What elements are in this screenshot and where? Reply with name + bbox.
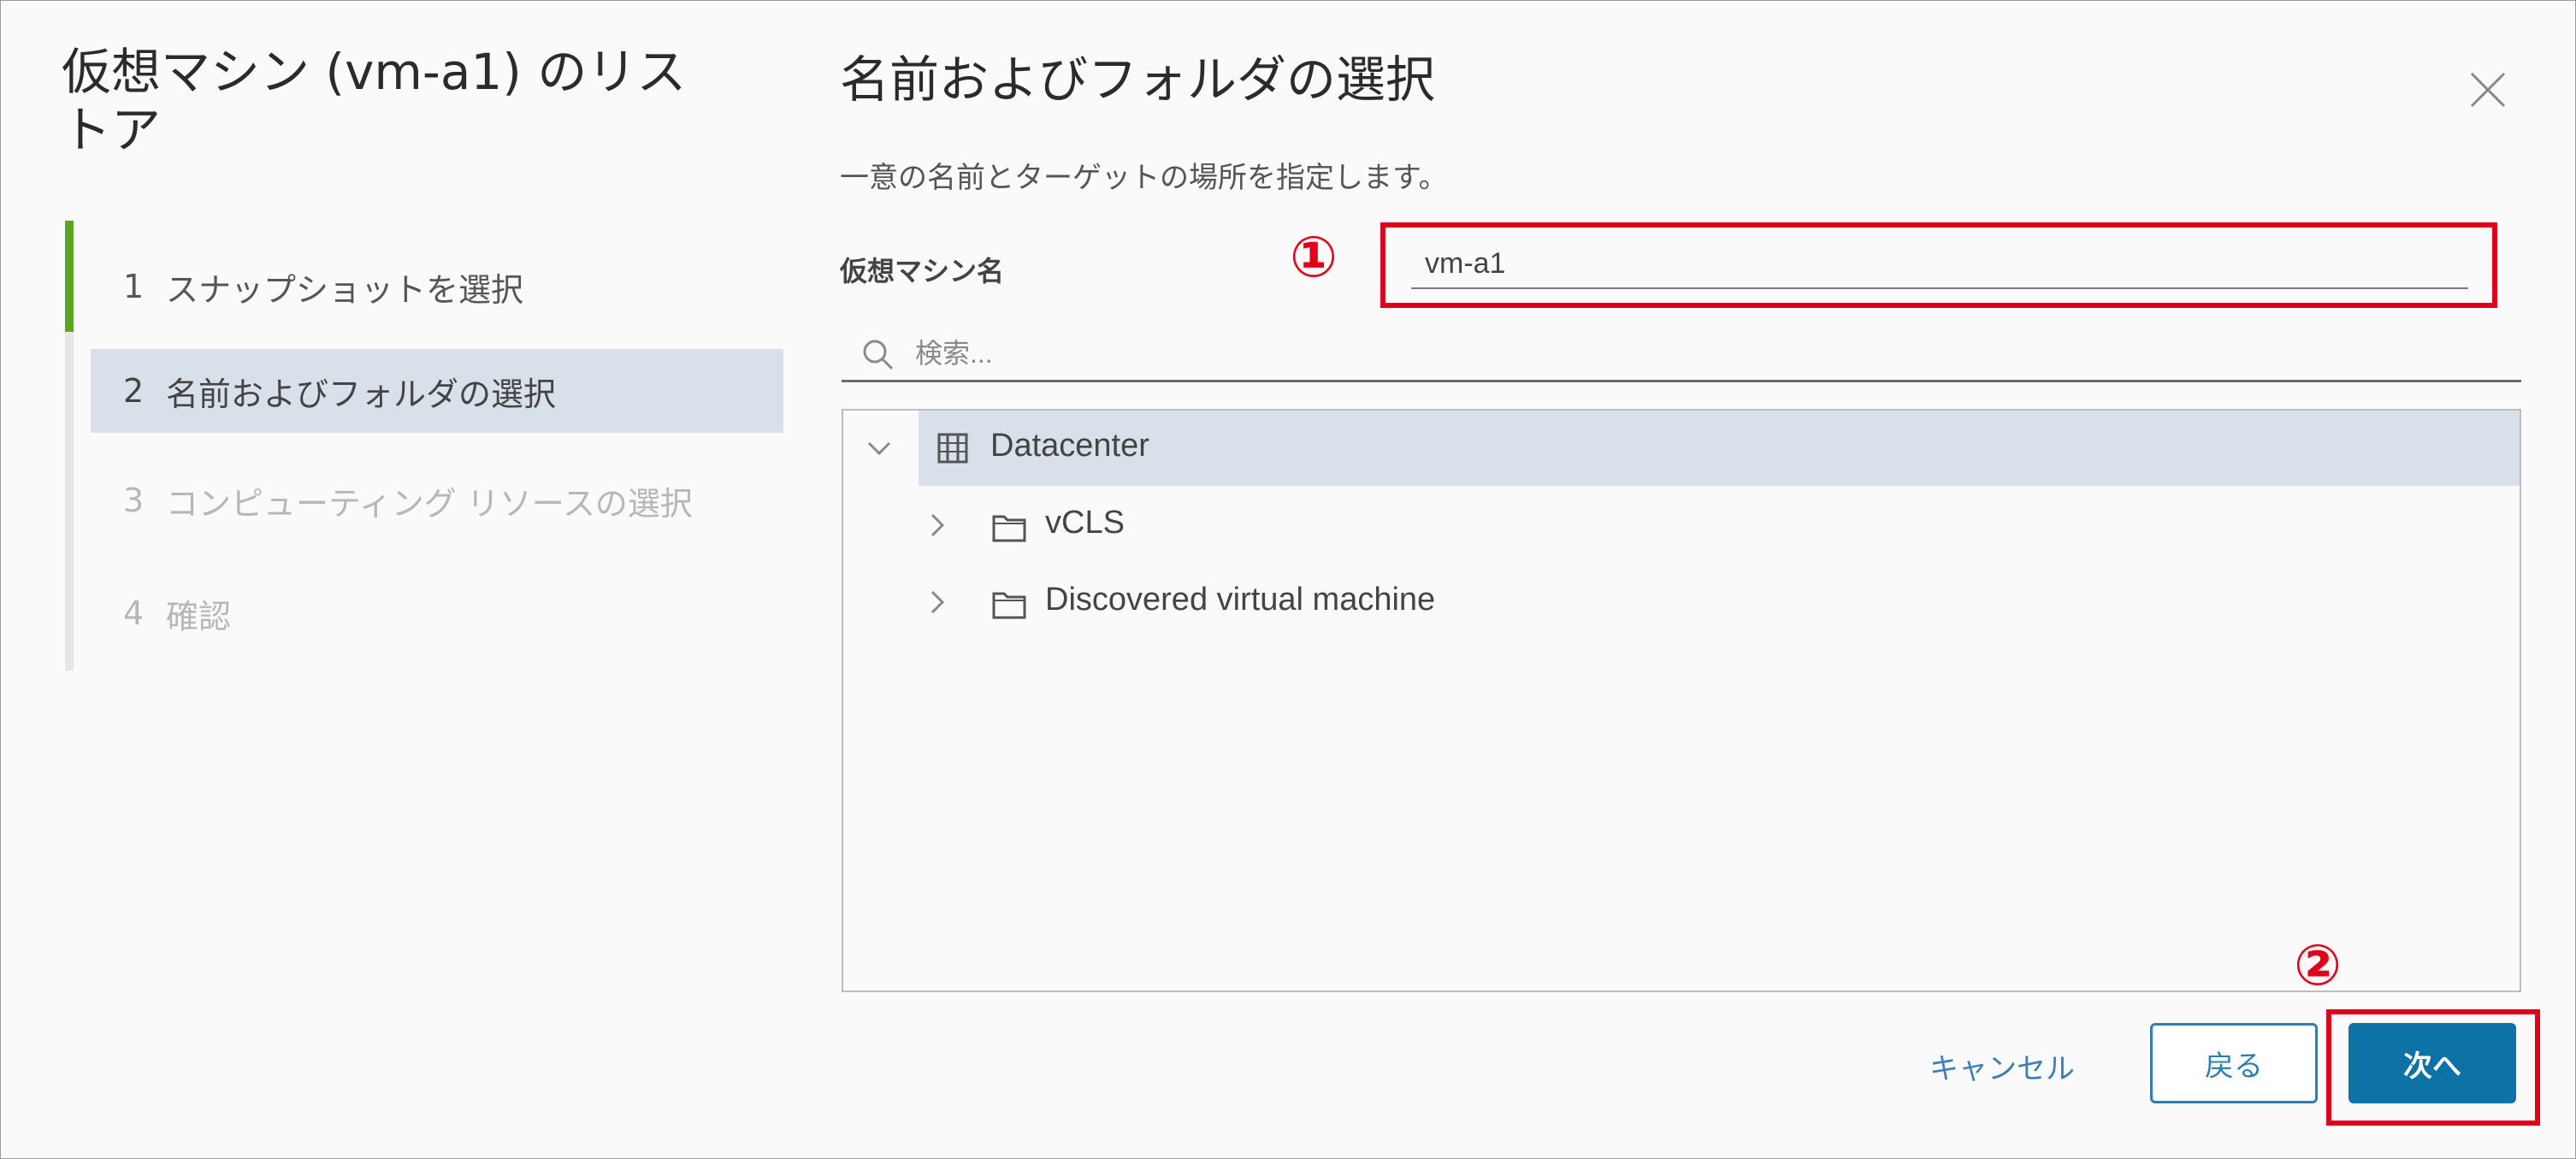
panel-title: 名前およびフォルダの選択 [840,50,1436,109]
back-button[interactable]: 戻る [2150,1023,2318,1103]
vm-name-label: 仮想マシン名 [840,255,1005,287]
search-bar [842,328,2521,382]
step-label: スナップショットを選択 [166,270,524,309]
step-label: 確認 [166,597,232,636]
folder-tree: Datacenter vCLS Discovered virtual machi… [842,409,2521,992]
datacenter-icon [937,433,968,464]
annotation-marker-2: ② [2294,932,2342,998]
step-number: 2 [123,372,145,410]
step-progress-bar [65,221,74,332]
close-icon[interactable] [2468,70,2508,109]
step-2[interactable]: 2 名前およびフォルダの選択 [91,349,783,433]
chevron-down-icon[interactable] [864,433,895,464]
step-4: 4 確認 [91,571,783,655]
tree-node-label: Discovered virtual machine [1045,582,1436,618]
step-label: 名前およびフォルダの選択 [166,375,557,413]
folder-icon [992,592,1026,619]
tree-node-datacenter[interactable]: Datacenter [843,411,2520,486]
vm-name-input[interactable] [1411,239,2468,289]
chevron-right-icon[interactable] [922,510,953,541]
tree-selection-highlight [919,411,2520,486]
search-icon [863,340,894,370]
tree-node-vcls[interactable]: vCLS [843,488,2520,563]
step-number: 4 [123,594,145,632]
cancel-button[interactable]: キャンセル [1929,1045,2075,1087]
annotation-box-next [2326,1009,2540,1126]
tree-node-label: Datacenter [990,428,1149,464]
tree-node-discovered-vm[interactable]: Discovered virtual machine [843,565,2520,640]
folder-icon [992,515,1026,542]
panel-subtitle: 一意の名前とターゲットの場所を指定します。 [840,161,1448,195]
step-number: 3 [123,482,145,519]
tree-node-label: vCLS [1045,505,1125,541]
dialog-title: 仮想マシン (vm-a1) のリストア [62,43,687,159]
step-number: 1 [123,268,145,305]
chevron-right-icon[interactable] [922,587,953,618]
step-1[interactable]: 1 スナップショットを選択 [91,245,783,328]
wizard-steps: 1 スナップショットを選択 2 名前およびフォルダの選択 3 コンピューティング… [65,221,792,671]
step-3: 3 コンピューティング リソースの選択 [91,458,783,542]
annotation-marker-1: ① [1290,224,1338,290]
search-input[interactable] [913,328,2456,378]
step-label: コンピューティング リソースの選択 [166,484,693,523]
